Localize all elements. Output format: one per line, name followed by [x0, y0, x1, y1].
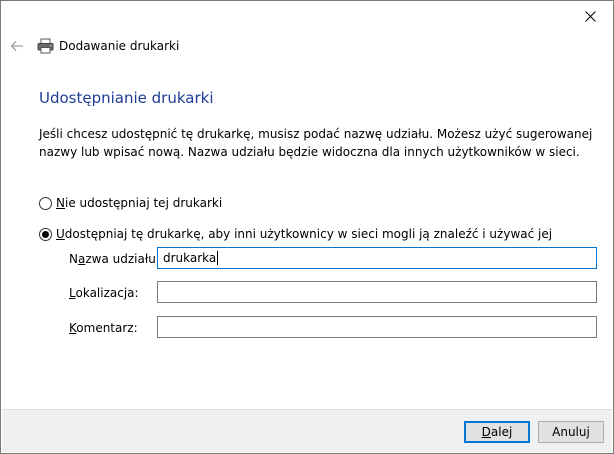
- add-printer-dialog: Dodawanie drukarki Udostępnianie drukark…: [0, 0, 614, 454]
- location-label: Lokalizacja:: [69, 286, 139, 300]
- cancel-button[interactable]: Anuluj: [538, 421, 604, 443]
- share-name-label: Nazwa udziału:: [69, 252, 160, 266]
- radio-do-not-share[interactable]: Nie udostępniaj tej drukarki: [39, 196, 222, 210]
- page-heading: Udostępnianie drukarki: [39, 89, 214, 107]
- radio-label: Nie udostępniaj tej drukarki: [56, 196, 223, 210]
- next-button[interactable]: Dalej: [464, 421, 530, 443]
- radio-button-selected[interactable]: [39, 227, 52, 241]
- comment-input[interactable]: [157, 316, 597, 338]
- button-bar: Dalej Anuluj: [2, 409, 612, 452]
- radio-share[interactable]: Udostępniaj tę drukarkę, aby inni użytko…: [39, 227, 552, 241]
- text-caret: [217, 251, 219, 265]
- close-icon: [584, 10, 596, 22]
- location-input[interactable]: [157, 281, 597, 303]
- printer-icon: [37, 38, 54, 54]
- back-arrow-icon: [10, 41, 23, 51]
- share-name-input[interactable]: drukarka: [157, 247, 597, 269]
- comment-label: Komentarz:: [69, 321, 138, 335]
- wizard-title: Dodawanie drukarki: [59, 39, 180, 53]
- back-button[interactable]: [8, 38, 26, 54]
- radio-button[interactable]: [39, 196, 52, 210]
- radio-dot: [42, 230, 49, 238]
- radio-label: Udostępniaj tę drukarkę, aby inni użytko…: [56, 227, 553, 241]
- close-button[interactable]: [567, 1, 613, 31]
- description-text: Jeśli chcesz udostępnić tę drukarkę, mus…: [39, 127, 593, 159]
